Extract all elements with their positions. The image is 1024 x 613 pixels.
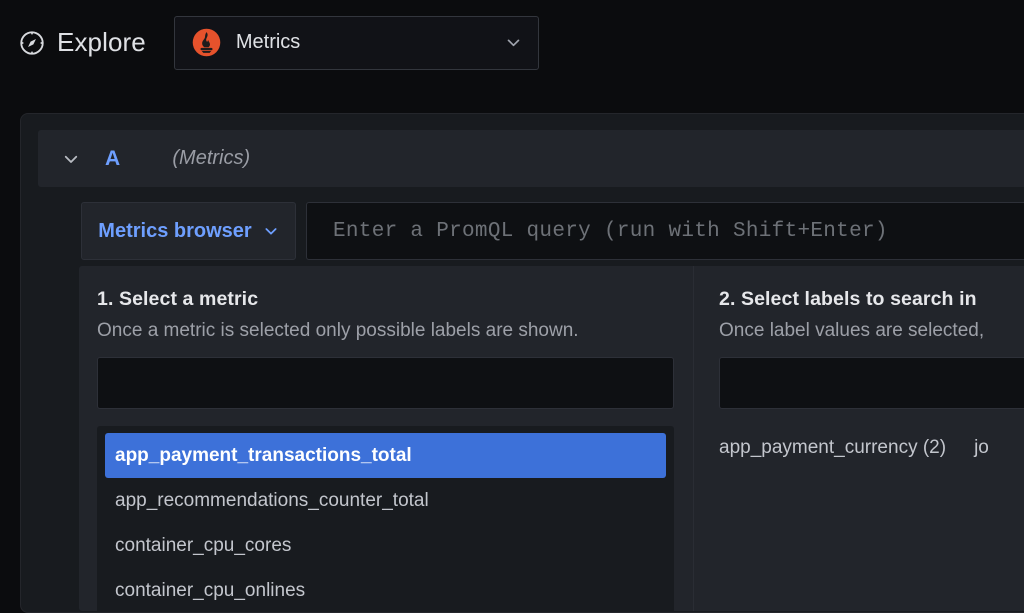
query-editor-panel: A (Metrics) Metrics browser Enter a Prom… [20, 113, 1024, 613]
metrics-browser: 1. Select a metric Once a metric is sele… [79, 266, 1024, 611]
select-metric-column: 1. Select a metric Once a metric is sele… [79, 266, 693, 611]
explore-header: Explore [18, 27, 146, 58]
promql-query-input[interactable]: Enter a PromQL query (run with Shift+Ent… [306, 202, 1024, 260]
compass-icon [18, 29, 46, 57]
list-item[interactable]: app_payment_currency (2) [719, 437, 946, 459]
query-ref-id[interactable]: A [105, 147, 120, 171]
datasource-label: Metrics [235, 31, 301, 53]
list-item[interactable]: app_payment_transactions_total [105, 433, 666, 478]
query-row-header: A (Metrics) [38, 130, 1024, 187]
metric-search-input[interactable] [97, 357, 674, 409]
promql-placeholder: Enter a PromQL query (run with Shift+Ent… [333, 219, 888, 243]
select-metric-subtext: Once a metric is selected only possible … [97, 320, 579, 341]
select-labels-subtext: Once label values are selected, [719, 320, 985, 341]
datasource-picker[interactable]: Metrics [173, 15, 539, 70]
select-labels-column: 2. Select labels to search in Once label… [693, 266, 1024, 611]
query-type-label: (Metrics) [172, 147, 251, 169]
chevron-down-icon[interactable] [505, 34, 522, 51]
list-item[interactable]: app_recommendations_counter_total [105, 478, 666, 523]
page-title: Explore [57, 27, 146, 57]
list-item[interactable]: container_cpu_cores [105, 523, 666, 568]
select-metric-heading: 1. Select a metric [97, 288, 259, 310]
prometheus-logo-icon [192, 28, 221, 57]
top-bar: Explore Metrics [0, 0, 1024, 85]
query-editor-row: Metrics browser Enter a PromQL query (ru… [81, 202, 1024, 260]
metrics-browser-label: Metrics browser [98, 219, 252, 242]
list-item[interactable]: container_cpu_onlines [105, 568, 666, 611]
select-labels-heading: 2. Select labels to search in [719, 288, 977, 310]
metrics-browser-button[interactable]: Metrics browser [81, 202, 296, 260]
label-search-input[interactable] [719, 357, 1024, 409]
chevron-down-icon[interactable] [62, 150, 80, 168]
list-item[interactable]: jo [974, 437, 989, 459]
label-list: app_payment_currency (2) jo [719, 437, 1024, 459]
metric-list[interactable]: app_payment_transactions_total app_recom… [97, 426, 674, 611]
chevron-down-icon [263, 223, 279, 239]
